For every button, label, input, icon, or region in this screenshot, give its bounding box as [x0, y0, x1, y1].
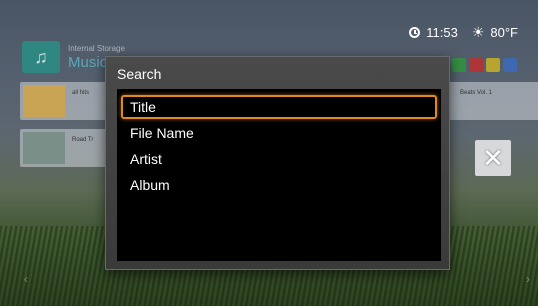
search-dialog: Search Title File Name Artist Album	[105, 56, 450, 270]
red-key-icon	[469, 58, 483, 72]
option-file-name[interactable]: File Name	[121, 121, 437, 145]
sun-icon: ☀	[471, 23, 485, 40]
close-icon: ✕	[482, 142, 504, 173]
list-item-title: all hits	[72, 90, 90, 96]
list-item-title: Road Tr	[72, 137, 94, 143]
list-item-title-right: Beats Vol. 1	[460, 90, 493, 96]
time-text: 11:53	[426, 24, 458, 40]
yellow-key-icon	[486, 58, 500, 72]
option-title[interactable]: Title	[121, 95, 437, 119]
search-options-list: Title File Name Artist Album	[117, 89, 441, 261]
chevron-right-icon[interactable]: ›	[526, 272, 530, 286]
album-art-thumbnail	[23, 132, 65, 164]
green-key-icon	[452, 58, 466, 72]
music-note-icon: ♫	[22, 41, 60, 73]
list-item[interactable]: Road Tr	[20, 129, 112, 167]
status-bar: 11:53 ☀ 80°F	[409, 22, 518, 42]
storage-label: Internal Storage	[68, 44, 125, 53]
chevron-left-icon[interactable]: ‹	[24, 272, 28, 286]
close-button[interactable]: ✕	[475, 140, 511, 176]
clock-icon	[409, 26, 421, 38]
option-album[interactable]: Album	[121, 173, 437, 197]
dialog-title: Search	[117, 66, 162, 82]
section-title: Music	[68, 54, 108, 71]
option-artist[interactable]: Artist	[121, 147, 437, 171]
color-keys	[452, 58, 517, 72]
album-art-thumbnail	[23, 85, 65, 117]
temperature-text: 80°F	[490, 24, 518, 40]
blue-key-icon	[503, 58, 517, 72]
